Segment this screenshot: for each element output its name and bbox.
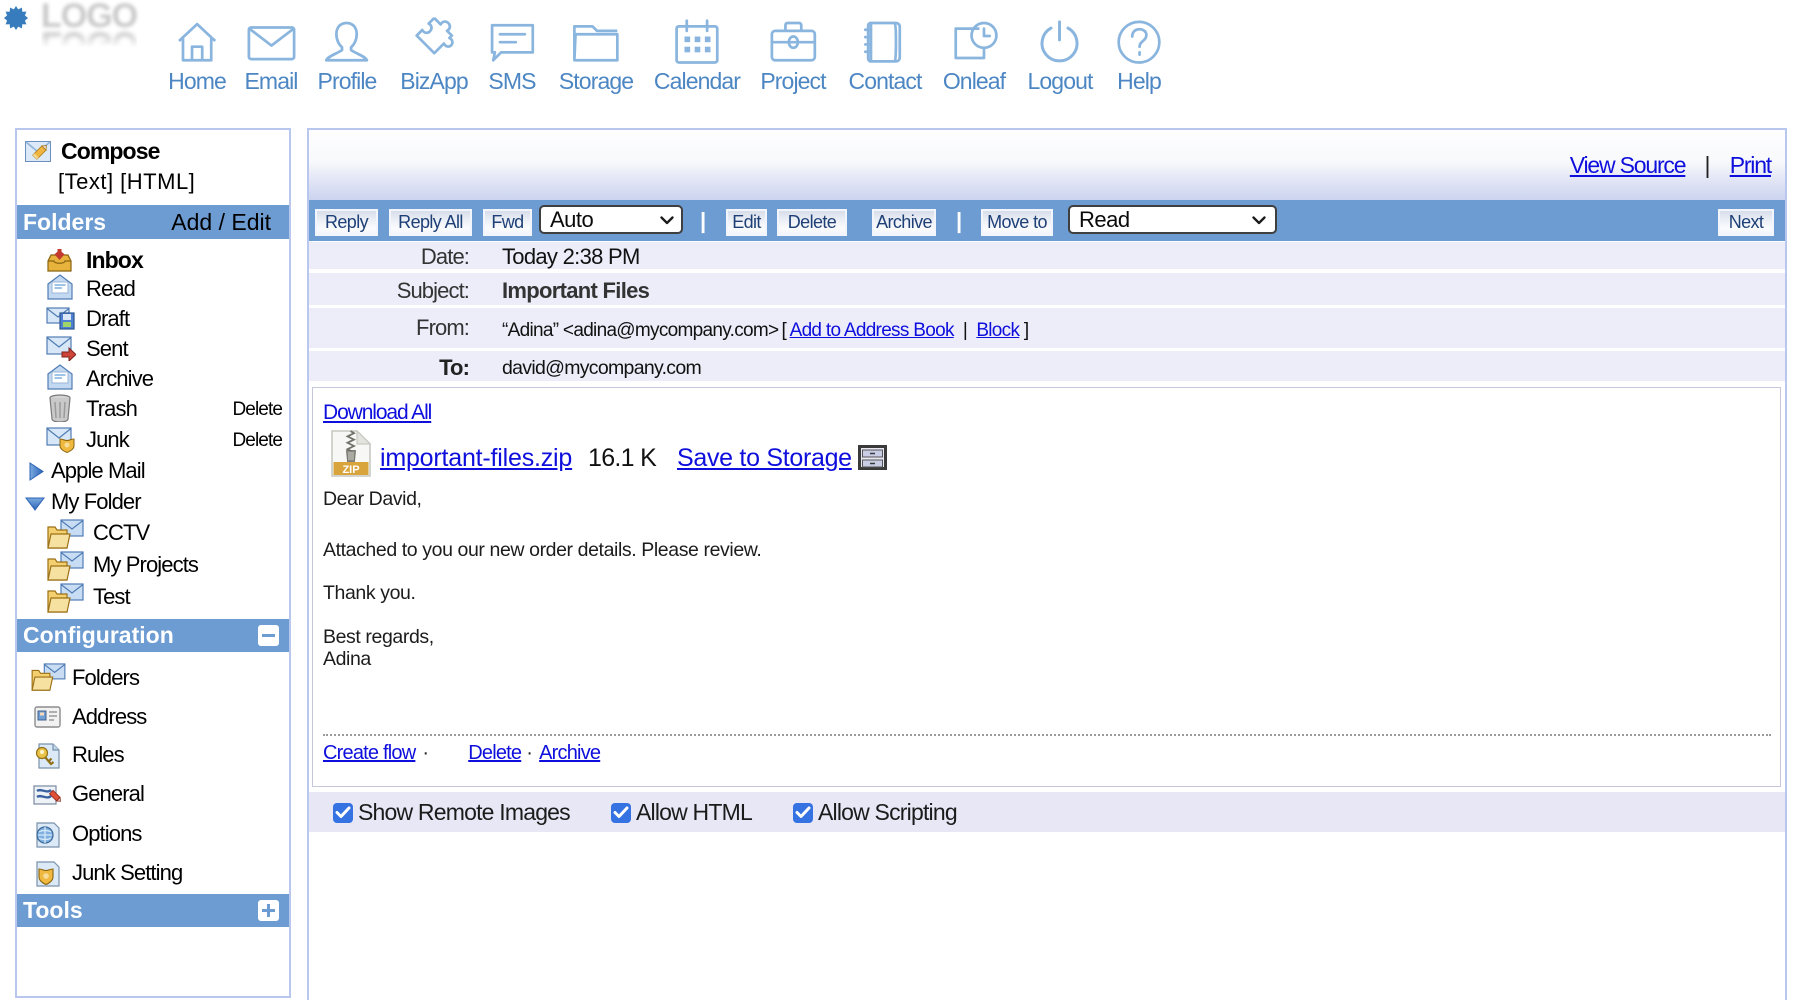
svg-text:ZIP: ZIP [342,464,359,476]
